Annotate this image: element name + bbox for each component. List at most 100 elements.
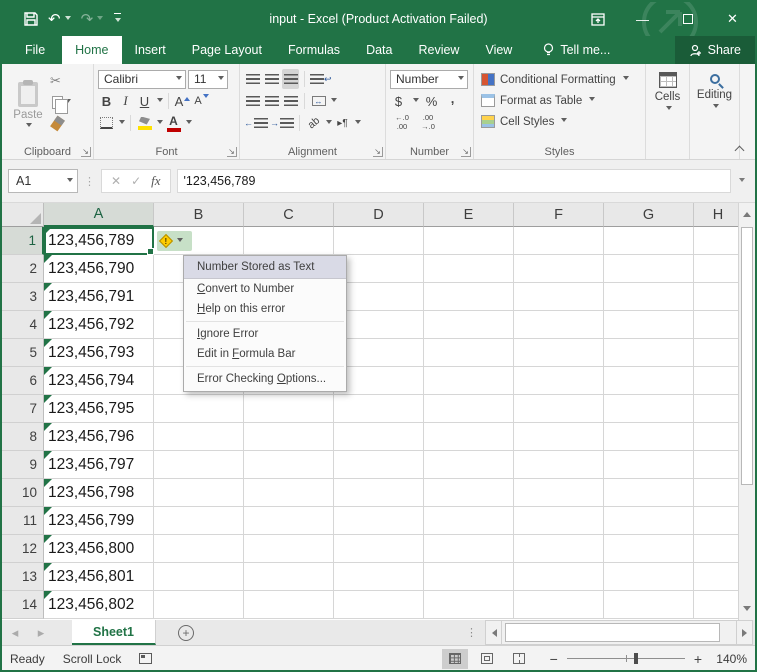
cell[interactable]: [514, 563, 604, 591]
column-header-b[interactable]: B: [154, 203, 244, 227]
increase-indent-button[interactable]: →: [270, 113, 294, 133]
row-header[interactable]: 7: [2, 395, 44, 423]
menu-item-edit-in-formula-bar[interactable]: Edit in Formula Bar: [184, 344, 346, 364]
cell[interactable]: [604, 535, 694, 563]
cell-a7[interactable]: 123,456,795: [44, 395, 154, 423]
comma-style-button[interactable]: ,: [444, 91, 461, 111]
ribbon-display-options-button[interactable]: [575, 2, 620, 36]
cell[interactable]: [334, 451, 424, 479]
font-color-button[interactable]: A: [165, 113, 182, 133]
zoom-level[interactable]: 140%: [711, 652, 747, 666]
vertical-scrollbar[interactable]: [738, 203, 755, 620]
tab-bar-splitter-handle[interactable]: ⋮: [466, 626, 477, 639]
cell[interactable]: [424, 339, 514, 367]
menu-item-convert-to-number[interactable]: Convert to Number: [184, 279, 346, 299]
cell[interactable]: [514, 451, 604, 479]
cell[interactable]: [154, 423, 244, 451]
cell-a5[interactable]: 123,456,793: [44, 339, 154, 367]
cell[interactable]: [604, 227, 694, 255]
minimize-button[interactable]: —: [620, 2, 665, 36]
format-as-table-button[interactable]: Format as Table: [478, 90, 641, 111]
cell[interactable]: [604, 255, 694, 283]
merge-center-button[interactable]: ↔: [310, 91, 327, 111]
accounting-format-button[interactable]: $: [390, 91, 407, 111]
tab-page-layout[interactable]: Page Layout: [179, 36, 275, 64]
decrease-font-size-button[interactable]: A: [193, 91, 210, 111]
cell[interactable]: [334, 283, 424, 311]
font-size-dropdown-icon[interactable]: [218, 76, 224, 83]
row-header[interactable]: 9: [2, 451, 44, 479]
cell[interactable]: [154, 451, 244, 479]
insert-function-button[interactable]: fx: [151, 173, 160, 189]
cell[interactable]: [244, 451, 334, 479]
middle-align-button[interactable]: [263, 69, 280, 89]
cell[interactable]: [334, 311, 424, 339]
row-header[interactable]: 14: [2, 591, 44, 619]
cell[interactable]: [604, 367, 694, 395]
collapse-ribbon-button[interactable]: [736, 147, 743, 154]
cell[interactable]: [424, 535, 514, 563]
cell[interactable]: [154, 535, 244, 563]
cell[interactable]: [424, 507, 514, 535]
wrap-text-button[interactable]: ↩: [310, 69, 333, 89]
formula-bar-expand-button[interactable]: [739, 178, 745, 185]
cell[interactable]: [514, 395, 604, 423]
cell[interactable]: [154, 479, 244, 507]
customize-qat-button[interactable]: [113, 13, 121, 26]
menu-item-help-on-this-error[interactable]: Help on this error: [184, 299, 346, 319]
cell[interactable]: [604, 395, 694, 423]
formula-bar-handle[interactable]: ⋮: [84, 175, 95, 188]
increase-font-size-button[interactable]: A: [174, 91, 191, 111]
redo-dropdown-icon[interactable]: [97, 16, 103, 23]
cell-a8[interactable]: 123,456,796: [44, 423, 154, 451]
sheet-nav-left-button[interactable]: ◂: [2, 620, 28, 645]
underline-button[interactable]: U: [136, 91, 153, 111]
scroll-up-button[interactable]: [739, 203, 755, 225]
cell[interactable]: [334, 339, 424, 367]
new-sheet-button[interactable]: +: [178, 625, 194, 641]
bold-button[interactable]: B: [98, 91, 115, 111]
cell[interactable]: [514, 255, 604, 283]
increase-decimal-button[interactable]: ←.0 .00: [390, 113, 414, 133]
name-box[interactable]: A1: [8, 169, 78, 193]
cell[interactable]: [514, 283, 604, 311]
zoom-out-button[interactable]: −: [550, 651, 558, 667]
cell[interactable]: [334, 507, 424, 535]
cell-a6[interactable]: 123,456,794: [44, 367, 154, 395]
cell[interactable]: [604, 563, 694, 591]
cell[interactable]: [424, 367, 514, 395]
cell[interactable]: [604, 311, 694, 339]
cell[interactable]: [424, 451, 514, 479]
row-header[interactable]: 6: [2, 367, 44, 395]
cell[interactable]: [154, 563, 244, 591]
number-dialog-launcher[interactable]: ↘: [461, 147, 471, 157]
row-header[interactable]: 10: [2, 479, 44, 507]
cell[interactable]: [514, 367, 604, 395]
zoom-slider[interactable]: [567, 658, 685, 659]
horizontal-scrollbar-thumb[interactable]: [505, 623, 720, 642]
menu-item-ignore-error[interactable]: Ignore Error: [184, 324, 346, 344]
font-size-select[interactable]: 11: [188, 70, 228, 89]
view-page-layout-button[interactable]: [474, 649, 500, 669]
cell[interactable]: [424, 563, 514, 591]
cell[interactable]: [424, 283, 514, 311]
cell-a12[interactable]: 123,456,800: [44, 535, 154, 563]
tab-insert[interactable]: Insert: [122, 36, 179, 64]
enter-button[interactable]: ✓: [131, 174, 141, 188]
cell[interactable]: [244, 479, 334, 507]
menu-item-error-checking-options[interactable]: Error Checking Options...: [184, 369, 346, 389]
cell-a1[interactable]: 123,456,789: [44, 227, 154, 255]
cell[interactable]: [604, 451, 694, 479]
orientation-button[interactable]: ab: [305, 113, 322, 133]
formula-input[interactable]: '123,456,789: [177, 169, 731, 193]
undo-button[interactable]: ↶: [48, 10, 71, 28]
column-header-f[interactable]: F: [514, 203, 604, 227]
undo-dropdown-icon[interactable]: [65, 16, 71, 23]
cell[interactable]: [154, 591, 244, 619]
cell[interactable]: [514, 591, 604, 619]
column-header-c[interactable]: C: [244, 203, 334, 227]
font-name-select[interactable]: Calibri: [98, 70, 186, 89]
cancel-button[interactable]: ✕: [111, 174, 121, 188]
borders-button[interactable]: [98, 113, 115, 133]
cell[interactable]: [424, 255, 514, 283]
